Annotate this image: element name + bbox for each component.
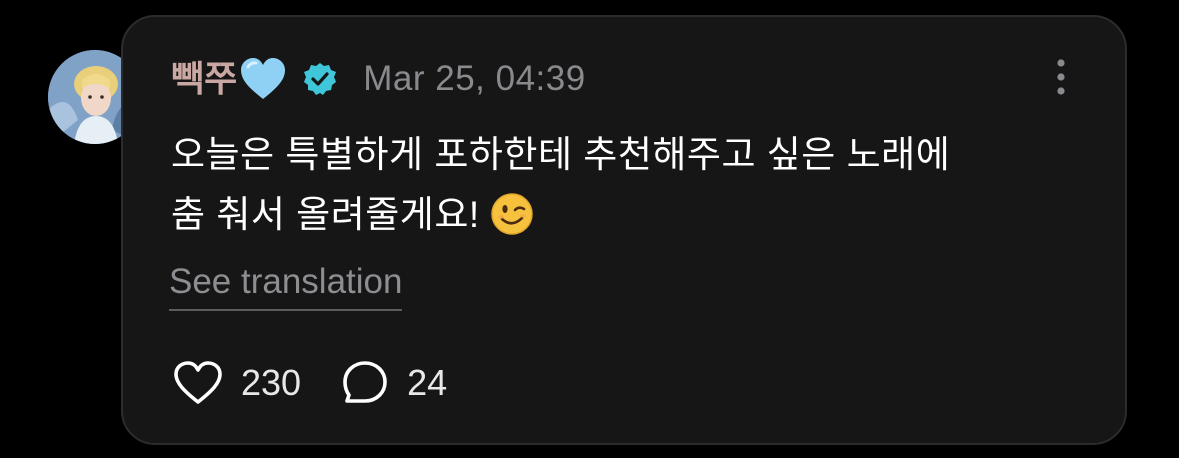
post-screen: 빽쭈 Mar 25, 04:39 오늘은 특별하게 포하한테 추천해주고 싶은 … [0, 0, 1179, 458]
post-body-line-2: 춤 춰서 올려줄게요! [171, 194, 480, 235]
light-blue-heart-icon [239, 57, 287, 101]
see-translation-link[interactable]: See translation [169, 259, 403, 311]
post-card[interactable]: 빽쭈 Mar 25, 04:39 오늘은 특별하게 포하한테 추천해주고 싶은 … [121, 15, 1127, 445]
post-header: 빽쭈 Mar 25, 04:39 [171, 55, 586, 103]
timestamp: Mar 25, 04:39 [363, 59, 586, 98]
reply-count: 24 [407, 362, 448, 403]
heart-outline-icon [174, 361, 222, 404]
verified-badge-icon [303, 62, 337, 96]
reply-button[interactable]: 24 [341, 357, 447, 409]
post-actions: 230 24 [173, 357, 447, 409]
post-body-line-2-wrap: 춤 춰서 올려줄게요! [171, 185, 1091, 245]
more-options-icon[interactable] [1051, 57, 1071, 97]
like-button[interactable]: 230 [173, 357, 301, 409]
username[interactable]: 빽쭈 [171, 55, 237, 103]
like-count: 230 [241, 362, 302, 403]
comment-bubble-icon [343, 361, 387, 403]
post-body-line-1: 오늘은 특별하게 포하한테 추천해주고 싶은 노래에 [171, 134, 951, 175]
winking-face-icon [490, 192, 534, 236]
post-body: 오늘은 특별하게 포하한테 추천해주고 싶은 노래에 춤 춰서 올려줄게요! [171, 125, 1091, 245]
